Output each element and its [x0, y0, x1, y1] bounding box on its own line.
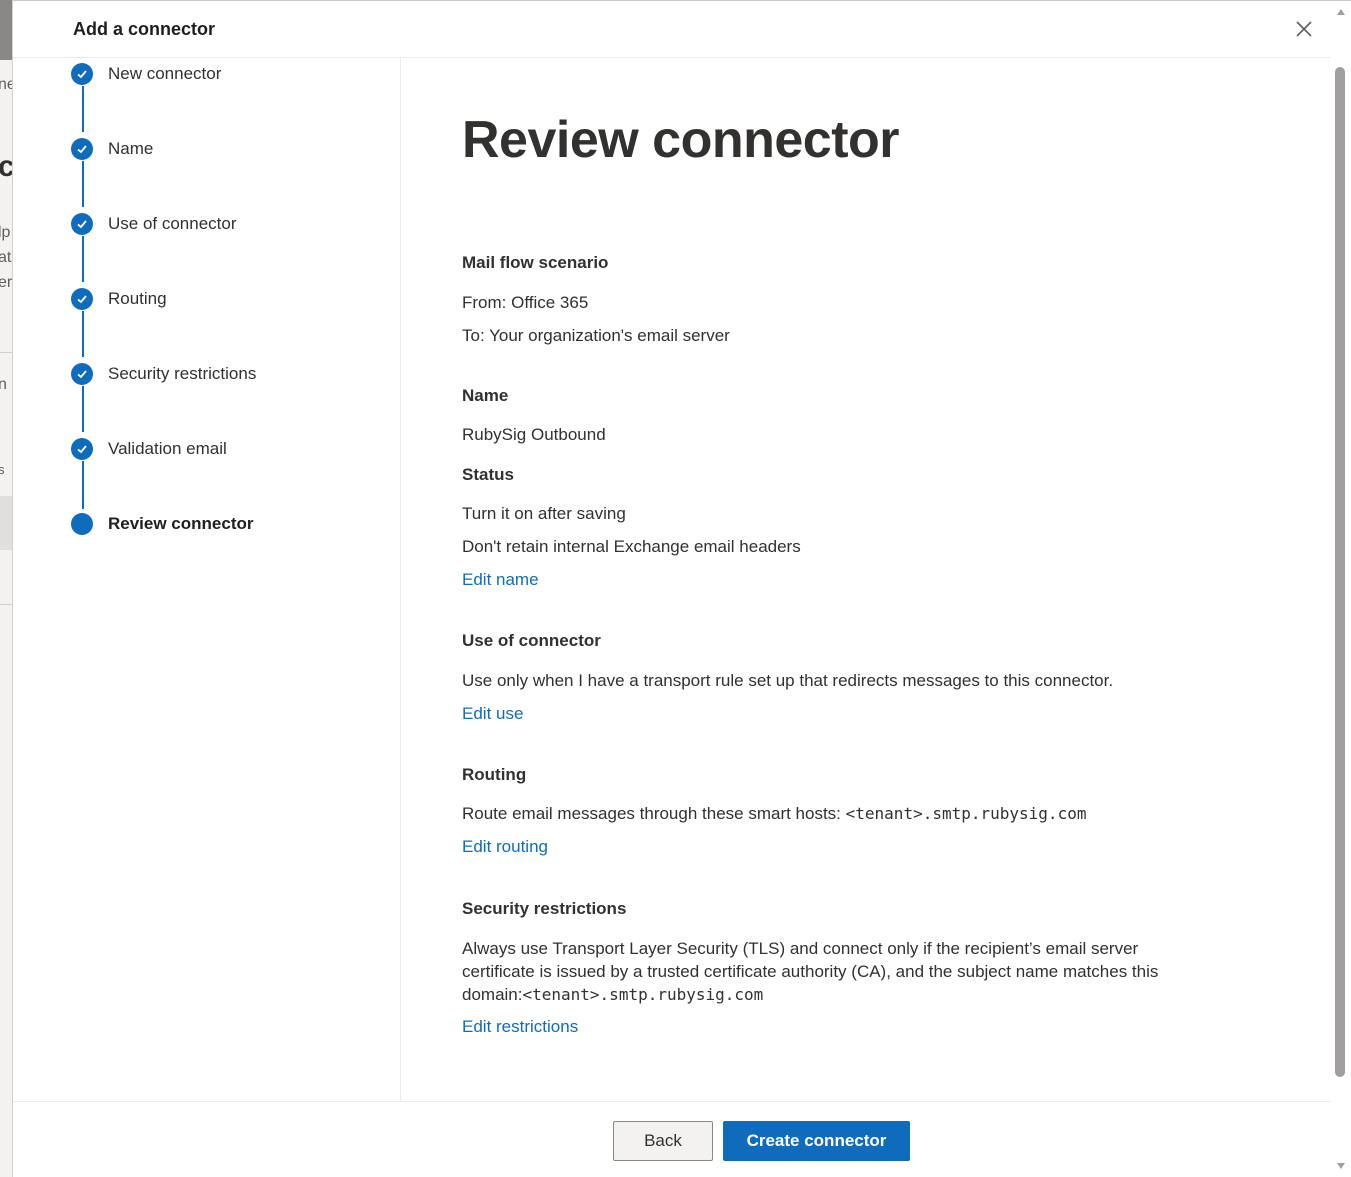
step-routing[interactable]: Routing — [71, 287, 167, 311]
step-validation-email[interactable]: Validation email — [71, 437, 227, 461]
step-connector-line — [82, 161, 84, 207]
use-heading: Use of connector — [462, 631, 601, 650]
step-label: Name — [108, 139, 154, 158]
panel-header: Add a connector — [13, 1, 1331, 58]
step-connector-line — [82, 386, 84, 432]
step-connector-line — [82, 311, 84, 357]
step-label: Review connector — [108, 514, 254, 533]
routing-smart-host: <tenant>.smtp.rubysig.com — [845, 804, 1087, 823]
step-label: New connector — [108, 64, 222, 83]
create-connector-button[interactable]: Create connector — [723, 1121, 910, 1161]
background-divider — [0, 352, 12, 353]
security-heading: Security restrictions — [462, 899, 627, 918]
use-value: Use only when I have a transport rule se… — [462, 671, 1114, 690]
review-content: Review connector Mail flow scenario From… — [462, 58, 1322, 1101]
back-button[interactable]: Back — [613, 1121, 713, 1161]
step-connector-line — [82, 236, 84, 282]
background-divider — [0, 604, 12, 605]
edit-restrictions-link[interactable]: Edit restrictions — [462, 1017, 578, 1037]
current-step-dot-icon — [71, 513, 93, 535]
checkmark-icon — [71, 63, 93, 85]
close-button[interactable] — [1293, 18, 1315, 40]
step-label: Use of connector — [108, 214, 237, 233]
routing-heading: Routing — [462, 765, 527, 784]
status-heading: Status — [462, 465, 514, 484]
routing-prefix: Route email messages through these smart… — [462, 804, 841, 823]
step-review-connector[interactable]: Review connector — [71, 512, 254, 536]
name-value: RubySig Outbound — [462, 425, 606, 444]
checkmark-icon — [71, 288, 93, 310]
mail-flow-from: From: Office 365 — [462, 293, 589, 312]
background-row — [0, 496, 12, 550]
edit-use-link[interactable]: Edit use — [462, 704, 523, 724]
step-label: Validation email — [108, 439, 227, 458]
step-label: Routing — [108, 289, 167, 308]
step-new-connector[interactable]: New connector — [71, 62, 221, 86]
status-line-2: Don't retain internal Exchange email hea… — [462, 537, 801, 556]
mail-flow-to: To: Your organization's email server — [462, 326, 730, 345]
edit-name-link[interactable]: Edit name — [462, 570, 539, 590]
wizard-stepper: New connector Name Use of connector Rout… — [13, 58, 401, 1101]
edit-routing-link[interactable]: Edit routing — [462, 837, 548, 857]
panel-title: Add a connector — [73, 19, 216, 39]
step-security-restrictions[interactable]: Security restrictions — [71, 362, 256, 386]
panel-footer: Back Create connector — [13, 1101, 1331, 1177]
page-title: Review connector — [462, 111, 900, 169]
background-page: ne c lp at er n s — [0, 0, 13, 1177]
checkmark-icon — [71, 138, 93, 160]
close-icon — [1296, 21, 1312, 37]
step-connector-line — [82, 86, 84, 132]
background-text: at — [0, 249, 12, 266]
checkmark-icon — [71, 213, 93, 235]
scroll-up-arrow-icon[interactable] — [1336, 7, 1346, 17]
step-label: Security restrictions — [108, 364, 257, 383]
step-connector-line — [82, 461, 84, 509]
security-domain: <tenant>.smtp.rubysig.com — [522, 985, 764, 1004]
scroll-down-arrow-icon[interactable] — [1336, 1161, 1346, 1171]
background-text: c — [0, 150, 12, 184]
add-connector-panel: Add a connector New connector Name Use o… — [13, 0, 1351, 1177]
background-text: s — [0, 462, 5, 477]
status-line-1: Turn it on after saving — [462, 504, 626, 523]
mail-flow-heading: Mail flow scenario — [462, 253, 609, 272]
routing-value: Route email messages through these smart… — [462, 804, 1086, 824]
checkmark-icon — [71, 363, 93, 385]
scrollbar-thumb[interactable] — [1335, 67, 1345, 1077]
step-use-of-connector[interactable]: Use of connector — [71, 212, 237, 236]
background-text: er — [0, 274, 13, 291]
background-text: n — [0, 376, 7, 394]
security-value: Always use Transport Layer Security (TLS… — [462, 937, 1192, 1006]
background-text: ne — [0, 76, 12, 94]
step-name[interactable]: Name — [71, 137, 153, 161]
checkmark-icon — [71, 438, 93, 460]
vertical-scrollbar[interactable] — [1331, 1, 1351, 1177]
background-header — [0, 0, 12, 60]
background-text: lp — [0, 224, 11, 241]
name-heading: Name — [462, 386, 509, 405]
